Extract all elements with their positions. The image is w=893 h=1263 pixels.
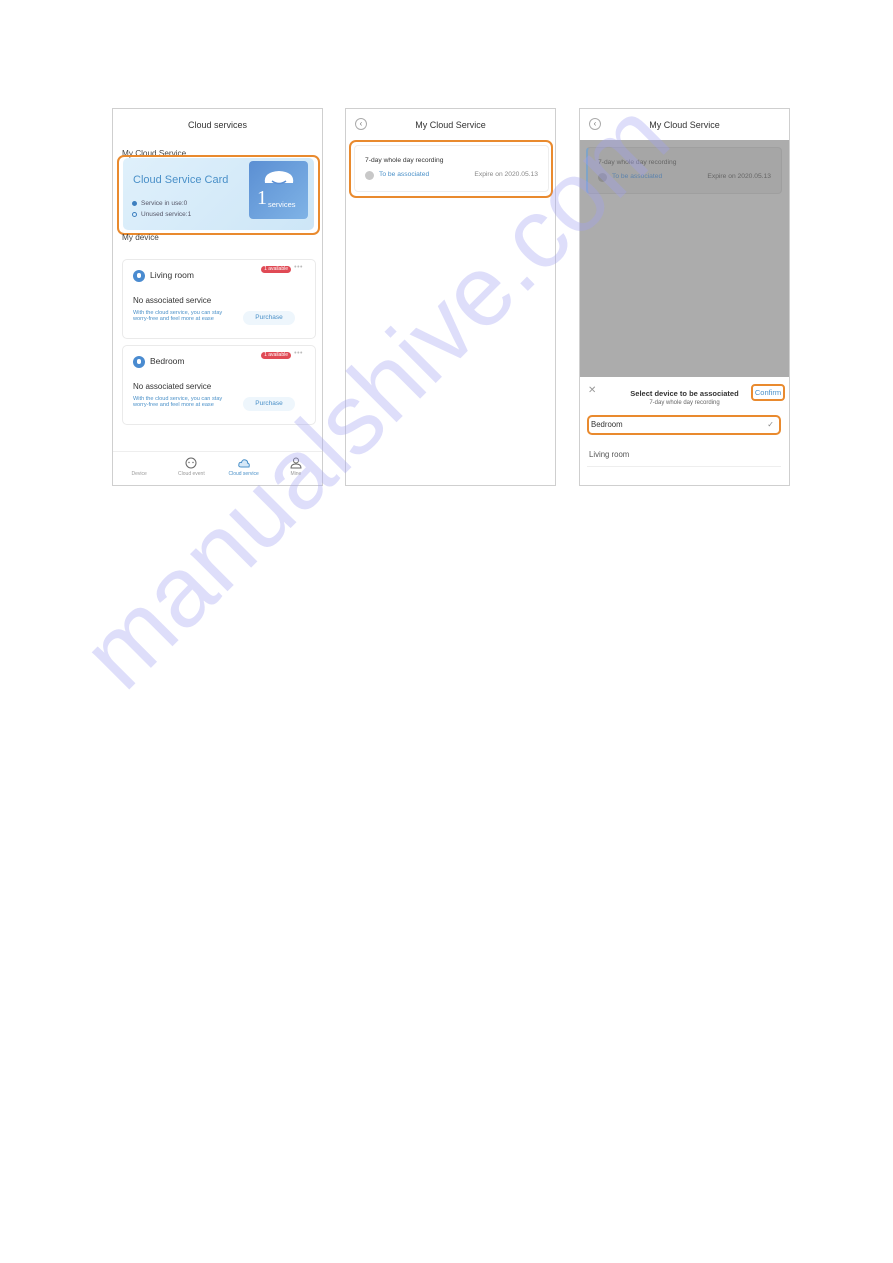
more-icon[interactable]: •••: [294, 264, 303, 271]
option-bedroom[interactable]: Bedroom ✓: [587, 415, 781, 435]
bottom-tab-bar: Device Cloud event Cloud service Mine: [113, 451, 322, 485]
device-icon: [133, 457, 145, 469]
location-icon: [133, 270, 145, 282]
check-icon: ✓: [767, 420, 774, 429]
service-status: No associated service: [133, 382, 212, 391]
back-icon[interactable]: ‹: [355, 118, 367, 130]
tab-mine[interactable]: Mine: [276, 457, 316, 477]
confirm-button[interactable]: Confirm: [751, 384, 785, 401]
option-living-room[interactable]: Living room: [587, 447, 781, 467]
back-icon[interactable]: ‹: [589, 118, 601, 130]
available-badge: 1 available: [261, 352, 291, 359]
tab-label: Cloud service: [228, 471, 259, 477]
page-title: ‹ My Cloud Service: [580, 109, 789, 141]
device-name: Living room: [150, 270, 194, 280]
purchase-button[interactable]: Purchase: [243, 311, 295, 325]
recording-service-card: 7-day whole day recording To be associat…: [586, 147, 782, 194]
available-badge: 1 available: [261, 266, 291, 273]
user-icon: [290, 457, 302, 469]
service-description: With the cloud service, you can stay wor…: [133, 310, 223, 323]
select-device-screen: ‹ My Cloud Service 7-day whole day recor…: [579, 108, 790, 486]
tab-cloud-service[interactable]: Cloud service: [224, 457, 264, 477]
location-icon: [133, 356, 145, 368]
service-description: With the cloud service, you can stay wor…: [133, 396, 223, 409]
tab-label: Device: [131, 471, 147, 477]
service-status: No associated service: [133, 296, 212, 305]
tab-label: Mine: [290, 471, 302, 477]
link-icon: [598, 173, 607, 182]
option-label: Bedroom: [591, 420, 623, 429]
option-label: Living room: [589, 450, 630, 459]
cloud-icon: [237, 459, 250, 468]
cloud-services-screen: Cloud services My Cloud Service Cloud Se…: [112, 108, 323, 486]
modal-overlay[interactable]: 7-day whole day recording To be associat…: [580, 140, 789, 377]
device-card-bedroom[interactable]: Bedroom 1 available ••• No associated se…: [122, 345, 316, 425]
cloud-event-icon: [185, 457, 197, 469]
title-text: My Cloud Service: [415, 120, 486, 130]
my-device-label: My device: [122, 233, 159, 242]
association-status: To be associated: [612, 173, 663, 180]
more-icon[interactable]: •••: [294, 350, 303, 357]
page-title: ‹ My Cloud Service: [346, 109, 555, 141]
title-text: My Cloud Service: [649, 120, 720, 130]
tab-cloud-event[interactable]: Cloud event: [171, 457, 211, 477]
my-cloud-service-screen: ‹ My Cloud Service 7-day whole day recor…: [345, 108, 556, 486]
purchase-button[interactable]: Purchase: [243, 397, 295, 411]
page-title: Cloud services: [187, 120, 248, 130]
tab-device[interactable]: Device: [119, 457, 159, 477]
highlight-frame: [117, 155, 320, 235]
tab-label: Cloud event: [178, 471, 205, 477]
service-title: 7-day whole day recording: [598, 159, 677, 166]
device-select-sheet: ✕ Select device to be associated 7-day w…: [580, 377, 789, 485]
device-card-living-room[interactable]: Living room 1 available ••• No associate…: [122, 259, 316, 339]
expire-date: Expire on 2020.05.13: [707, 173, 771, 180]
device-name: Bedroom: [150, 356, 185, 366]
highlight-frame: [349, 140, 553, 198]
